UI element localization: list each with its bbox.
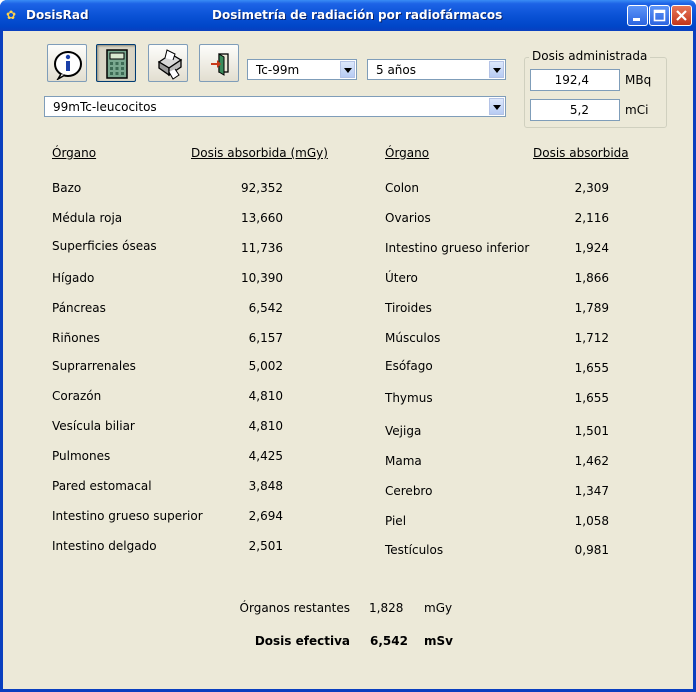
chevron-down-icon[interactable] [340, 61, 355, 78]
left-organ-name: Suprarrenales [52, 359, 136, 373]
right-organ-name: Mama [385, 454, 422, 468]
right-organ-name: Colon [385, 181, 420, 195]
left-organ-name: Corazón [52, 389, 102, 403]
exit-button[interactable] [199, 44, 239, 82]
title-bar[interactable]: ✿ DosisRad Dosimetría de radiación por r… [0, 0, 696, 31]
administered-dose-title: Dosis administrada [529, 49, 651, 63]
left-organ-name: Pulmones [52, 449, 111, 463]
left-organ-dose: 6,542 [248, 301, 283, 315]
right-organ-dose: 1,924 [574, 241, 609, 255]
maximize-icon [653, 9, 666, 22]
left-organ-dose: 2,501 [248, 539, 283, 553]
right-organ-dose: 1,655 [574, 391, 609, 405]
age-select[interactable]: 5 años [367, 59, 506, 80]
effective-dose-label: Dosis efectiva [254, 634, 350, 648]
left-organ-name: Vesícula biliar [52, 419, 135, 433]
left-organ-name: Superficies óseas [52, 239, 157, 253]
calculator-icon [106, 49, 128, 79]
effective-dose-value: 6,542 [370, 634, 408, 648]
remaining-organs-label: Órganos restantes [239, 601, 350, 615]
mci-input[interactable]: 5,2 [530, 99, 620, 121]
right-organ-name: Testículos [385, 543, 444, 557]
right-organ-dose: 1,712 [574, 331, 609, 345]
left-organ-dose: 4,425 [248, 449, 283, 463]
right-dose-header: Dosis absorbida [533, 146, 629, 160]
calculator-button[interactable] [96, 44, 136, 82]
isotope-select[interactable]: Tc-99m [247, 59, 357, 80]
left-dose-header: Dosis absorbida (mGy) [191, 146, 328, 160]
left-organ-header: Órgano [52, 146, 97, 160]
chevron-down-icon[interactable] [489, 61, 504, 78]
left-organ-name: Pared estomacal [52, 479, 152, 493]
left-organ-dose: 11,736 [241, 241, 283, 255]
right-organ-name: Músculos [385, 331, 441, 345]
minimize-icon [633, 18, 640, 21]
mci-value: 5,2 [569, 103, 589, 117]
info-icon [54, 51, 82, 80]
age-value: 5 años [376, 63, 417, 77]
chevron-down-icon[interactable] [489, 98, 504, 115]
mci-unit: mCi [625, 103, 649, 117]
right-organ-dose: 1,347 [574, 484, 609, 498]
info-button[interactable] [47, 44, 87, 82]
right-organ-dose: 1,655 [574, 361, 609, 375]
right-organ-name: Vejiga [385, 424, 422, 438]
left-organ-name: Bazo [52, 181, 82, 195]
left-organ-dose: 92,352 [241, 181, 283, 195]
mbq-value: 192,4 [554, 73, 589, 87]
printer-icon [157, 49, 183, 80]
compound-select[interactable]: 99mTc-leucocitos [44, 96, 506, 117]
remaining-organs-value: 1,828 [369, 601, 404, 615]
app-name: DosisRad [26, 8, 89, 22]
right-organ-dose: 2,116 [574, 211, 609, 225]
left-organ-name: Riñones [52, 331, 100, 345]
right-organ-name: Ovarios [385, 211, 431, 225]
isotope-value: Tc-99m [256, 63, 300, 77]
right-organ-dose: 1,866 [574, 271, 609, 285]
right-organ-name: Intestino grueso inferior [385, 241, 530, 255]
right-organ-header: Órgano [385, 146, 430, 160]
right-organ-name: Thymus [385, 391, 433, 405]
left-organ-dose: 3,848 [248, 479, 283, 493]
remaining-organs-unit: mGy [424, 601, 453, 615]
left-organ-dose: 5,002 [248, 359, 283, 373]
left-organ-dose: 13,660 [241, 211, 283, 225]
right-organ-dose: 1,501 [574, 424, 609, 438]
mbq-input[interactable]: 192,4 [530, 69, 620, 91]
close-icon [676, 10, 687, 21]
right-organ-name: Tiroides [385, 301, 432, 315]
right-organ-name: Cerebro [385, 484, 433, 498]
right-organ-dose: 2,309 [574, 181, 609, 195]
left-organ-name: Médula roja [52, 211, 123, 225]
left-organ-dose: 4,810 [248, 419, 283, 433]
app-icon: ✿ [6, 8, 17, 22]
right-organ-name: Piel [385, 514, 407, 528]
right-organ-dose: 1,058 [574, 514, 609, 528]
close-button[interactable] [671, 5, 692, 26]
window-title: Dosimetría de radiación por radiofármaco… [212, 8, 503, 22]
exit-icon [211, 53, 229, 76]
left-organ-name: Páncreas [52, 301, 106, 315]
main-window: ✿ DosisRad Dosimetría de radiación por r… [0, 0, 696, 692]
maximize-button[interactable] [649, 5, 670, 26]
compound-value: 99mTc-leucocitos [53, 100, 157, 114]
effective-dose-unit: mSv [424, 634, 453, 648]
left-organ-name: Intestino grueso superior [52, 509, 203, 523]
left-organ-dose: 4,810 [248, 389, 283, 403]
right-organ-dose: 0,981 [574, 543, 609, 557]
minimize-button[interactable] [627, 5, 648, 26]
right-organ-name: Útero [385, 271, 418, 285]
left-organ-dose: 6,157 [248, 331, 283, 345]
left-organ-dose: 10,390 [241, 271, 283, 285]
left-organ-name: Intestino delgado [52, 539, 157, 553]
right-organ-name: Esófago [385, 359, 433, 373]
right-organ-dose: 1,789 [574, 301, 609, 315]
print-button[interactable] [148, 44, 188, 82]
mbq-unit: MBq [625, 73, 652, 87]
left-organ-name: Hígado [52, 271, 95, 285]
left-organ-dose: 2,694 [248, 509, 283, 523]
right-organ-dose: 1,462 [574, 454, 609, 468]
